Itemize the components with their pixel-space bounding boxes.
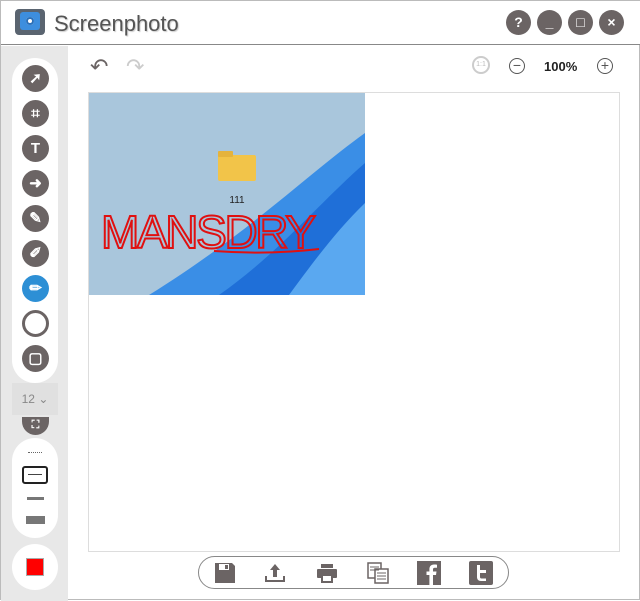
folder-icon [218,155,256,181]
folder-label: 111 [229,195,245,206]
arrow-tool-icon[interactable]: ➚ [22,65,49,92]
crop-tool-icon[interactable]: ⌗ [22,100,49,127]
color-picker[interactable] [12,544,58,590]
thin-line-option[interactable] [22,466,48,484]
highlighter-tool-icon[interactable]: ✐ [22,240,49,267]
copy-icon[interactable] [366,561,390,585]
image-canvas[interactable]: 111 MANSDRY [88,92,620,552]
app-logo-icon [15,9,45,35]
help-button[interactable]: ? [506,10,531,35]
print-icon[interactable] [315,561,339,585]
upload-icon[interactable] [263,561,287,585]
pen-tool-icon[interactable]: ✎ [22,205,49,232]
app-title: Screenphoto [54,11,179,36]
close-button[interactable]: × [599,10,624,35]
arrow-shape-tool-icon[interactable]: ➜ [22,170,49,197]
edit-toolbar: ↶ ↷ 1:1 − 100% + [68,46,640,92]
actual-size-label: 1:1 [476,61,486,68]
title-bar: Screenphoto ? _ □ × [1,1,640,45]
share-bar [198,556,509,589]
redo-icon[interactable]: ↷ [126,54,144,80]
ellipse-tool-icon[interactable] [22,310,49,337]
current-color-swatch [26,558,44,576]
undo-icon[interactable]: ↶ [90,54,108,80]
tool-palette: ➚ ⌗ T ➜ ✎ ✐ ✏ ▢ [12,58,58,383]
maximize-button[interactable]: □ [568,10,593,35]
mosaic-tool-icon[interactable]: ⛶ [22,417,49,435]
tool-sidebar: ➚ ⌗ T ➜ ✎ ✐ ✏ ▢ 12 ⌄ ⛶ [1,46,68,601]
font-size-value: 12 [21,392,35,406]
actual-size-icon[interactable]: 1:1 [472,56,490,74]
facebook-icon[interactable] [417,561,441,585]
screenshot-image: 111 MANSDRY [89,93,365,295]
rectangle-tool-icon[interactable]: ▢ [22,345,49,372]
font-size-select[interactable]: 12 ⌄ [12,383,58,415]
save-icon[interactable] [213,561,237,585]
medium-line-option[interactable] [27,497,44,500]
pencil-tool-icon[interactable]: ✏ [22,275,49,302]
zoom-level: 100% [544,59,578,74]
text-tool-icon[interactable]: T [22,135,49,162]
zoom-out-icon[interactable]: − [509,58,525,74]
thick-line-option[interactable] [26,516,45,524]
zoom-in-icon[interactable]: + [597,58,613,74]
twitter-icon[interactable] [469,561,493,585]
minimize-button[interactable]: _ [537,10,562,35]
red-annotation: MANSDRY [101,206,316,258]
dotted-line-option[interactable] [28,452,42,453]
line-style-palette [12,438,58,538]
